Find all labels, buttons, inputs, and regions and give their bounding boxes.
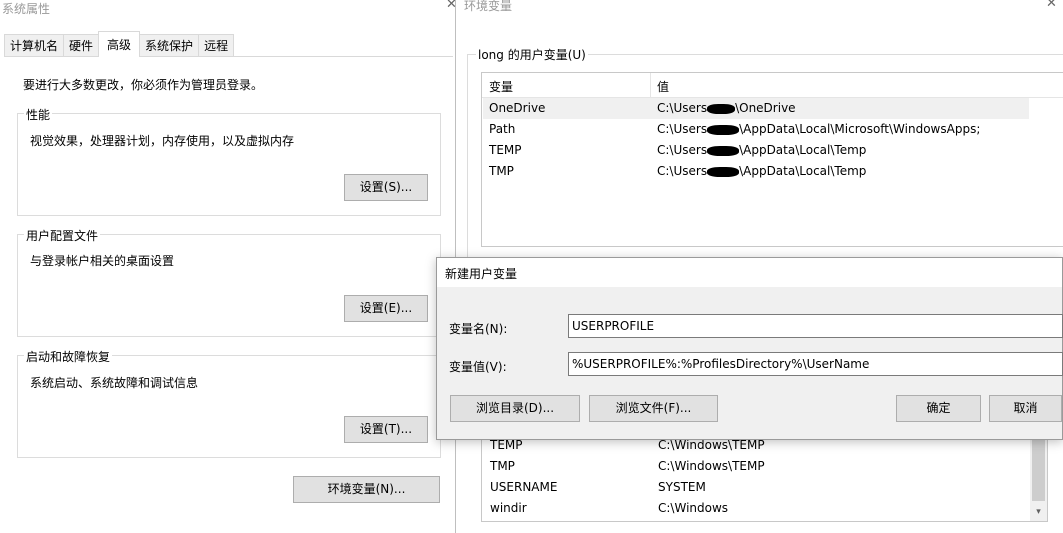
variable-name-input[interactable] <box>568 314 1063 338</box>
variable-value-label: 变量值(V): <box>449 360 507 374</box>
ok-button[interactable]: 确定 <box>896 395 981 422</box>
table-row[interactable]: Path C:\Users \AppData\Local\Microsoft\Wi… <box>483 119 1029 140</box>
value-suffix: \OneDrive <box>735 101 796 115</box>
variable-name: OneDrive <box>489 101 546 115</box>
tab-system-protection[interactable]: 系统保护 <box>139 34 200 57</box>
performance-description: 视觉效果，处理器计划，内存使用，以及虚拟内存 <box>30 134 295 148</box>
performance-group: 性能 视觉效果，处理器计划，内存使用，以及虚拟内存 设置(S)... <box>17 106 441 216</box>
startup-recovery-group-title: 启动和故障恢复 <box>24 348 113 365</box>
value-prefix: C:\Users <box>657 122 708 136</box>
startup-recovery-description: 系统启动、系统故障和调试信息 <box>30 376 199 390</box>
tab-computer-name[interactable]: 计算机名 <box>4 34 65 57</box>
variable-value: C:\Windows\TEMP <box>658 459 765 473</box>
user-profiles-description: 与登录帐户相关的桌面设置 <box>30 254 175 268</box>
dialog-title: 新建用户变量 <box>445 267 518 281</box>
tab-remote[interactable]: 远程 <box>198 34 235 57</box>
variable-name: Path <box>489 122 516 136</box>
close-icon[interactable]: ✕ <box>1046 0 1057 11</box>
value-suffix: \AppData\Local\Temp <box>739 143 867 157</box>
value-prefix: C:\Users <box>657 164 708 178</box>
admin-note: 要进行大多数更改，你必须作为管理员登录。 <box>23 78 264 92</box>
table-row[interactable]: USERNAME SYSTEM <box>483 477 1023 498</box>
tab-strip: 计算机名 硬件 高级 系统保护 远程 <box>4 31 235 57</box>
redaction-mark <box>707 145 740 156</box>
user-variables-list[interactable]: 变量 值 OneDrive C:\Users \OneDrive Path C:\… <box>481 72 1063 247</box>
user-profiles-settings-button[interactable]: 设置(E)... <box>344 295 428 322</box>
table-row[interactable]: windir C:\Windows <box>483 498 1023 519</box>
environment-variables-button[interactable]: 环境变量(N)... <box>293 476 440 503</box>
list-header: 变量 值 <box>482 73 1063 98</box>
value-prefix: C:\Users <box>657 101 708 115</box>
startup-recovery-group: 启动和故障恢复 系统启动、系统故障和调试信息 设置(T)... <box>17 348 441 458</box>
column-header-value[interactable]: 值 <box>657 78 669 95</box>
dialog-titlebar: 新建用户变量 <box>437 258 1062 287</box>
tab-advanced[interactable]: 高级 <box>98 31 141 57</box>
variable-name: TMP <box>490 459 515 473</box>
value-suffix: \AppData\Local\Microsoft\WindowsApps; <box>739 122 981 136</box>
redaction-mark <box>707 166 740 177</box>
table-row[interactable]: TMP C:\Windows\TEMP <box>483 456 1023 477</box>
cancel-button[interactable]: 取消 <box>989 395 1062 422</box>
tab-hardware[interactable]: 硬件 <box>63 34 100 57</box>
scroll-down-icon[interactable]: ▾ <box>1030 505 1047 519</box>
redaction-mark <box>707 124 740 135</box>
column-separator[interactable] <box>650 73 651 98</box>
table-row[interactable]: TMP C:\Users \AppData\Local\Temp <box>483 161 1029 182</box>
value-prefix: C:\Users <box>657 143 708 157</box>
variable-value: SYSTEM <box>658 480 706 494</box>
browse-directory-button[interactable]: 浏览目录(D)... <box>450 395 580 422</box>
performance-settings-button[interactable]: 设置(S)... <box>344 174 428 201</box>
variable-name: windir <box>490 501 527 515</box>
variable-value-input[interactable] <box>568 352 1063 376</box>
variable-value: C:\Users \AppData\Local\Temp <box>657 161 866 182</box>
startup-recovery-settings-button[interactable]: 设置(T)... <box>344 416 428 443</box>
variable-name: TEMP <box>489 143 522 157</box>
browse-file-button[interactable]: 浏览文件(F)... <box>589 395 718 422</box>
new-user-variable-dialog: 新建用户变量 变量名(N): 变量值(V): 浏览目录(D)... 浏览文件(F… <box>436 257 1063 440</box>
redaction-mark <box>707 103 736 114</box>
table-row[interactable]: TEMP C:\Users \AppData\Local\Temp <box>483 140 1029 161</box>
variable-value: C:\Users \AppData\Local\Temp <box>657 140 866 161</box>
variable-value: C:\Windows <box>658 501 729 515</box>
user-variables-group-title: long 的用户变量(U) <box>476 46 588 63</box>
variable-value: C:\Users \OneDrive <box>657 98 796 119</box>
variable-value: C:\Users \AppData\Local\Microsoft\Windows… <box>657 119 980 140</box>
window-title: 系统属性 <box>2 2 51 16</box>
column-header-name[interactable]: 变量 <box>489 78 513 95</box>
user-profiles-group: 用户配置文件 与登录帐户相关的桌面设置 设置(E)... <box>17 227 441 337</box>
variable-name: USERNAME <box>490 480 558 494</box>
window-title: 环境变量 <box>464 0 513 13</box>
table-row[interactable]: OneDrive C:\Users \OneDrive <box>483 98 1029 119</box>
variable-name: TMP <box>489 164 514 178</box>
value-suffix: \AppData\Local\Temp <box>739 164 867 178</box>
performance-group-title: 性能 <box>24 106 53 123</box>
user-profiles-group-title: 用户配置文件 <box>24 227 101 244</box>
variable-name-label: 变量名(N): <box>449 322 508 336</box>
system-properties-window: 系统属性 ✕ 计算机名 硬件 高级 系统保护 远程 要进行大多数更改，你必须作为… <box>0 0 457 533</box>
